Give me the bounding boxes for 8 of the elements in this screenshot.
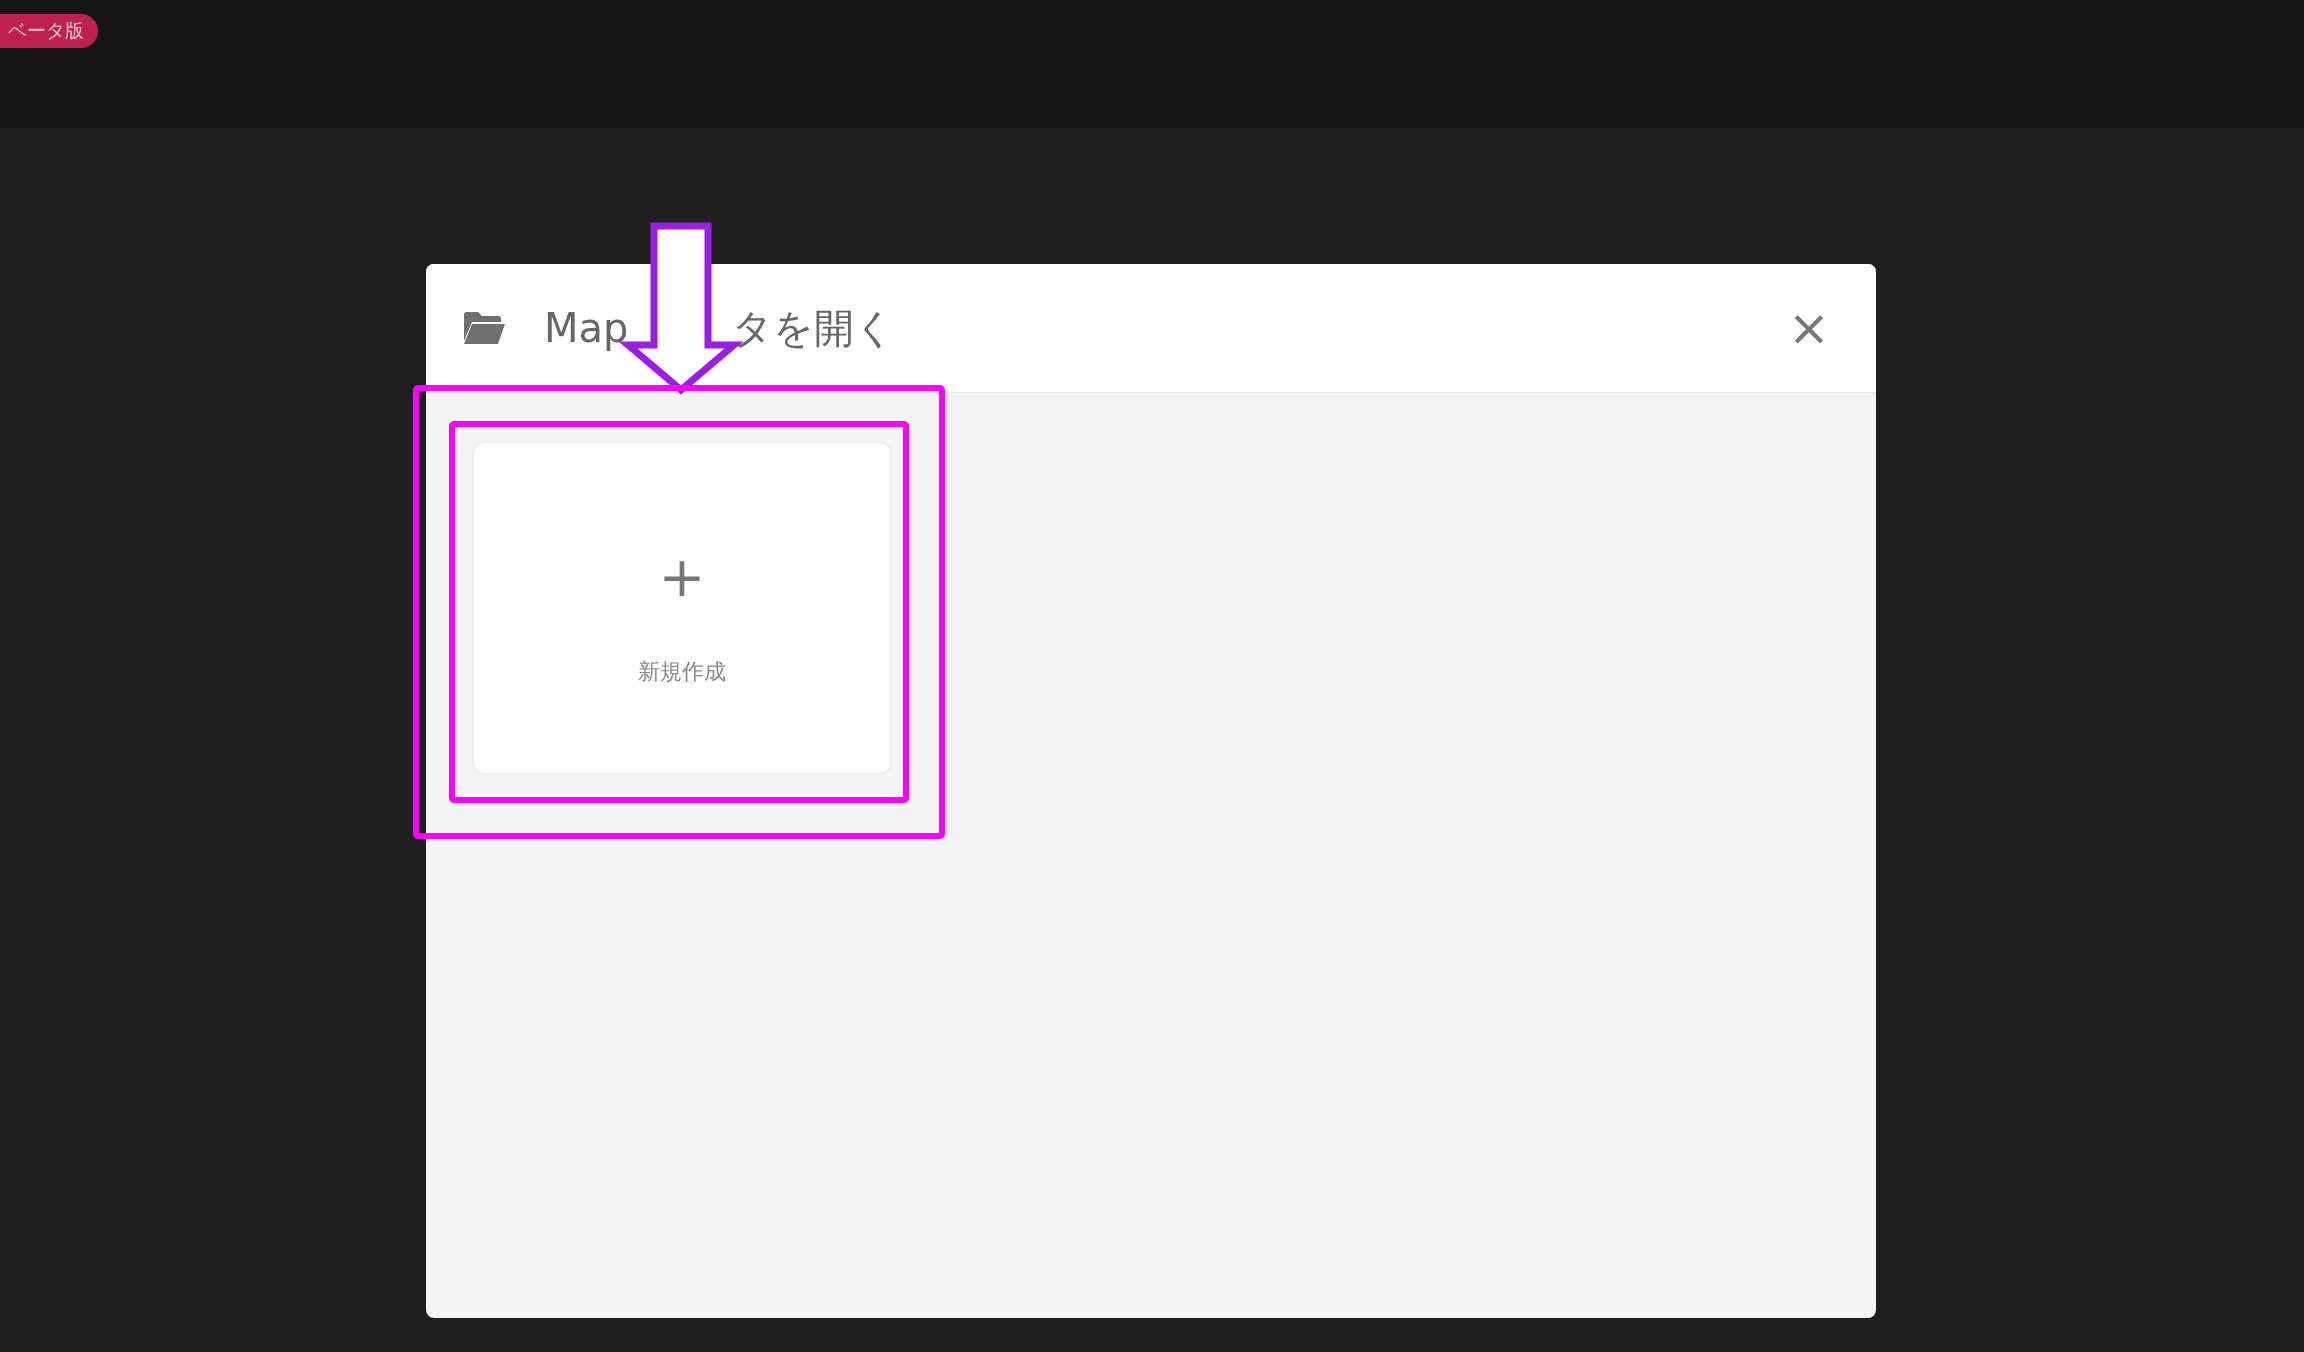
dialog-title: Map (544, 305, 629, 351)
folder-icon (462, 311, 506, 345)
plus-icon: + (658, 549, 706, 605)
dialog-title: タを開く (732, 303, 896, 353)
beta-badge: ベータ版 (0, 14, 98, 48)
new-map-card[interactable]: + 新規作成 (474, 443, 890, 773)
close-button[interactable]: × (1782, 303, 1836, 353)
card-label: 新規作成 (638, 658, 726, 686)
